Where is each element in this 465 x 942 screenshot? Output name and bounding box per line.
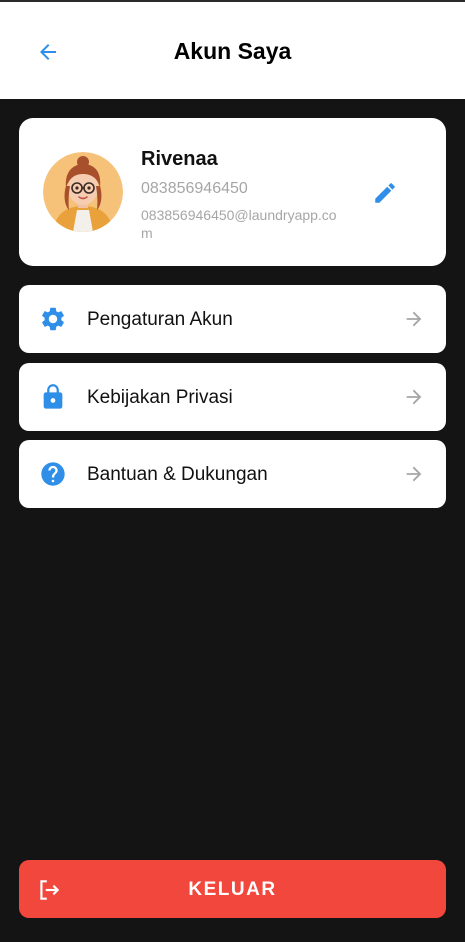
menu-item-label: Bantuan & Dukungan bbox=[87, 464, 268, 485]
account-screen: Akun Saya Rivenaa 083856946450 083856946… bbox=[0, 0, 465, 942]
arrow-right-icon bbox=[402, 307, 426, 331]
pencil-icon bbox=[375, 183, 395, 203]
lock-icon bbox=[39, 383, 67, 411]
menu-item-label: Pengaturan Akun bbox=[87, 309, 233, 330]
profile-card: Rivenaa 083856946450 083856946450@laundr… bbox=[19, 118, 446, 266]
profile-email: 083856946450@laundryapp.com bbox=[141, 207, 337, 241]
avatar-illustration bbox=[43, 152, 123, 232]
edit-profile-button[interactable] bbox=[368, 176, 402, 210]
menu-item-help-support[interactable]: Bantuan & Dukungan bbox=[19, 440, 446, 508]
menu-item-label: Kebijakan Privasi bbox=[87, 387, 233, 408]
gear-icon bbox=[39, 305, 67, 333]
menu-item-account-settings[interactable]: Pengaturan Akun bbox=[19, 285, 446, 353]
app-bar: Akun Saya bbox=[0, 0, 465, 99]
avatar bbox=[43, 152, 123, 232]
profile-name: Rivenaa bbox=[141, 148, 218, 170]
logout-button[interactable]: KELUAR bbox=[19, 860, 446, 918]
logout-label: KELUAR bbox=[188, 879, 277, 900]
arrow-right-icon bbox=[402, 385, 426, 409]
page-title: Akun Saya bbox=[173, 38, 292, 64]
arrow-right-icon bbox=[402, 462, 426, 486]
profile-phone: 083856946450 bbox=[141, 180, 248, 197]
help-circle-icon bbox=[39, 460, 67, 488]
menu-item-privacy-policy[interactable]: Kebijakan Privasi bbox=[19, 363, 446, 431]
